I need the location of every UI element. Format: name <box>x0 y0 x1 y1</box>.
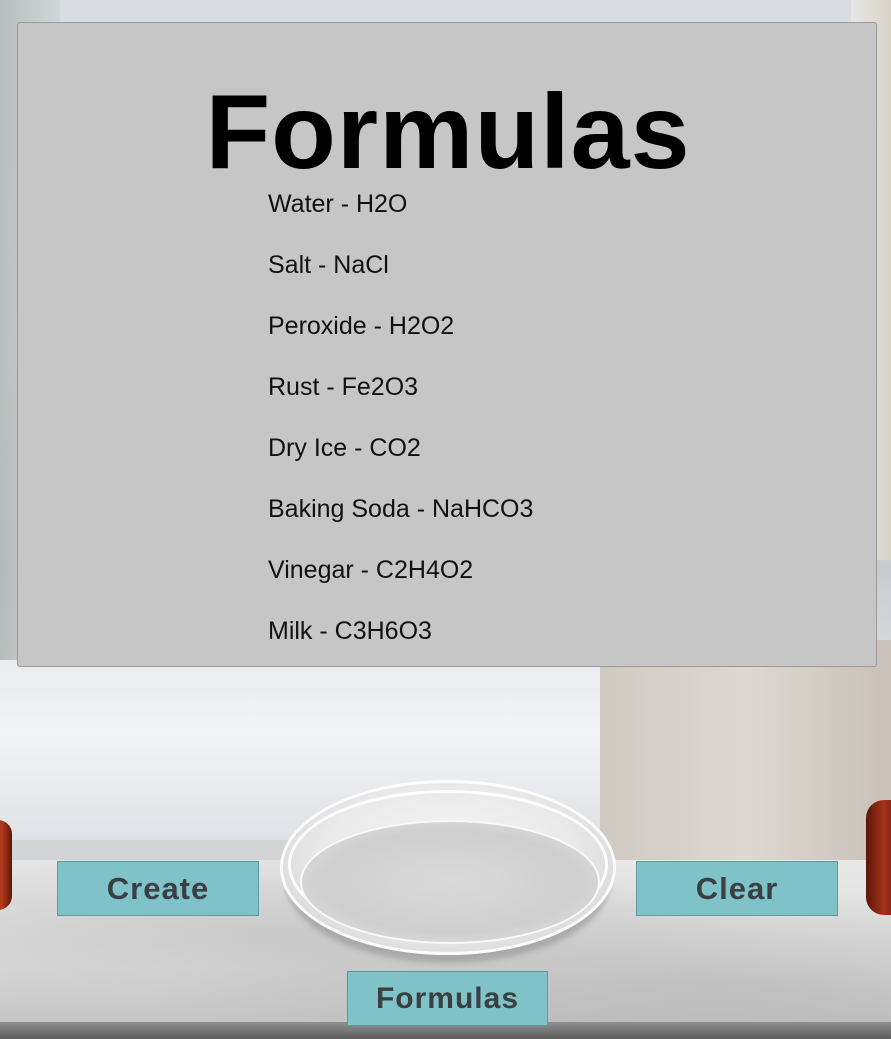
flask-left[interactable] <box>0 820 12 910</box>
formula-item: Vinegar - C2H4O2 <box>268 556 474 584</box>
formulas-button[interactable]: Formulas <box>347 971 548 1026</box>
petri-dish[interactable] <box>280 780 616 975</box>
formula-item: Dry Ice - CO2 <box>268 434 421 462</box>
formula-item: Water - H2O <box>268 190 408 218</box>
formula-item: Rust - Fe2O3 <box>268 373 419 401</box>
create-button[interactable]: Create <box>57 861 259 916</box>
formula-item: Peroxide - H2O2 <box>268 312 455 340</box>
panel-title: Formulas <box>205 73 691 191</box>
game-scene: Formulas Water - H2O Salt - NaCl Peroxid… <box>0 0 891 1039</box>
clear-button[interactable]: Clear <box>636 861 838 916</box>
formula-list: Water - H2O Salt - NaCl Peroxide - H2O2 … <box>268 187 533 675</box>
formula-item: Salt - NaCl <box>268 251 389 279</box>
formula-item: Milk - C3H6O3 <box>268 617 432 645</box>
petri-dish-inner <box>300 820 600 944</box>
background-cabinet-right <box>600 640 891 860</box>
formulas-panel: Formulas Water - H2O Salt - NaCl Peroxid… <box>17 22 877 667</box>
formula-item: Baking Soda - NaHCO3 <box>268 495 534 523</box>
flask-right[interactable] <box>866 800 891 915</box>
